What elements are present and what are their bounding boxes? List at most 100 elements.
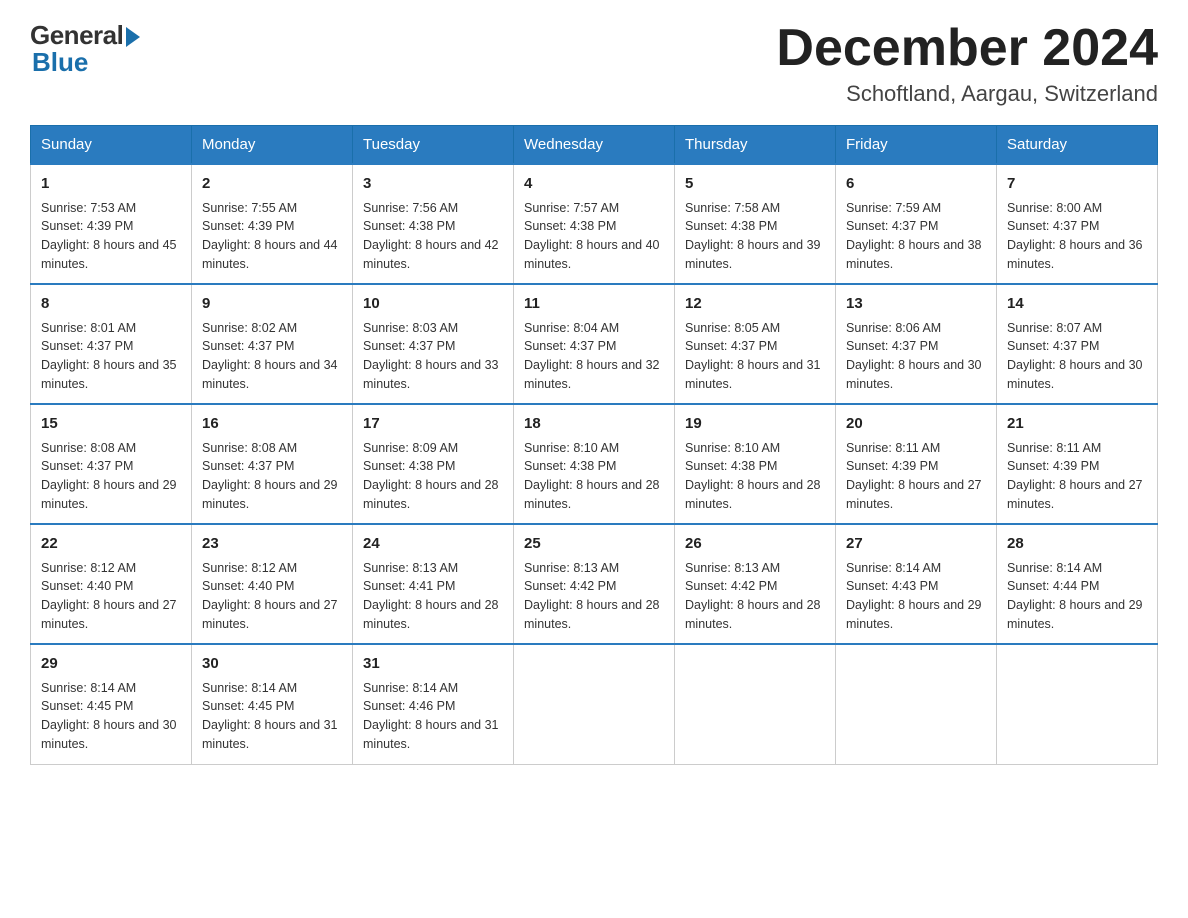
calendar-cell: 24 Sunrise: 8:13 AMSunset: 4:41 PMDayligh…: [353, 524, 514, 644]
calendar-cell: 1 Sunrise: 7:53 AMSunset: 4:39 PMDaylight…: [31, 164, 192, 284]
calendar-table: SundayMondayTuesdayWednesdayThursdayFrid…: [30, 125, 1158, 765]
calendar-cell: 30Sunrise: 8:14 AMSunset: 4:45 PMDayligh…: [192, 644, 353, 764]
calendar-cell: 2 Sunrise: 7:55 AMSunset: 4:39 PMDaylight…: [192, 164, 353, 284]
day-info: Sunrise: 7:59 AMSunset: 4:37 PMDaylight:…: [846, 199, 986, 274]
day-number: 4: [524, 173, 664, 196]
calendar-cell: 21Sunrise: 8:11 AMSunset: 4:39 PMDayligh…: [997, 404, 1158, 524]
day-number: 1: [41, 173, 181, 196]
day-info: Sunrise: 8:10 AMSunset: 4:38 PMDaylight:…: [524, 439, 664, 514]
day-info: Sunrise: 8:03 AMSunset: 4:37 PMDaylight:…: [363, 319, 503, 394]
calendar-week-row: 1 Sunrise: 7:53 AMSunset: 4:39 PMDaylight…: [31, 164, 1158, 284]
day-info: Sunrise: 8:00 AMSunset: 4:37 PMDaylight:…: [1007, 199, 1147, 274]
day-info: Sunrise: 8:08 AMSunset: 4:37 PMDaylight:…: [41, 439, 181, 514]
calendar-cell: 13Sunrise: 8:06 AMSunset: 4:37 PMDayligh…: [836, 284, 997, 404]
month-title: December 2024: [776, 20, 1158, 77]
day-info: Sunrise: 7:56 AMSunset: 4:38 PMDaylight:…: [363, 199, 503, 274]
col-header-sunday: Sunday: [31, 126, 192, 165]
day-info: Sunrise: 8:08 AMSunset: 4:37 PMDaylight:…: [202, 439, 342, 514]
day-number: 12: [685, 293, 825, 316]
day-info: Sunrise: 8:06 AMSunset: 4:37 PMDaylight:…: [846, 319, 986, 394]
col-header-saturday: Saturday: [997, 126, 1158, 165]
day-info: Sunrise: 8:04 AMSunset: 4:37 PMDaylight:…: [524, 319, 664, 394]
day-info: Sunrise: 7:55 AMSunset: 4:39 PMDaylight:…: [202, 199, 342, 274]
day-number: 17: [363, 413, 503, 436]
day-number: 23: [202, 533, 342, 556]
day-number: 30: [202, 653, 342, 676]
logo-blue-text: Blue: [32, 47, 88, 78]
calendar-cell: 4 Sunrise: 7:57 AMSunset: 4:38 PMDaylight…: [514, 164, 675, 284]
day-number: 11: [524, 293, 664, 316]
calendar-cell: 25Sunrise: 8:13 AMSunset: 4:42 PMDayligh…: [514, 524, 675, 644]
day-number: 5: [685, 173, 825, 196]
calendar-week-row: 22Sunrise: 8:12 AMSunset: 4:40 PMDayligh…: [31, 524, 1158, 644]
day-info: Sunrise: 8:14 AMSunset: 4:44 PMDaylight:…: [1007, 559, 1147, 634]
day-number: 24: [363, 533, 503, 556]
calendar-cell: 26Sunrise: 8:13 AMSunset: 4:42 PMDayligh…: [675, 524, 836, 644]
calendar-cell: 29Sunrise: 8:14 AMSunset: 4:45 PMDayligh…: [31, 644, 192, 764]
day-info: Sunrise: 8:05 AMSunset: 4:37 PMDaylight:…: [685, 319, 825, 394]
day-number: 16: [202, 413, 342, 436]
calendar-cell: 8Sunrise: 8:01 AMSunset: 4:37 PMDaylight…: [31, 284, 192, 404]
calendar-cell: [675, 644, 836, 764]
calendar-cell: 17 Sunrise: 8:09 AMSunset: 4:38 PMDayligh…: [353, 404, 514, 524]
day-info: Sunrise: 8:13 AMSunset: 4:42 PMDaylight:…: [524, 559, 664, 634]
day-info: Sunrise: 8:14 AMSunset: 4:45 PMDaylight:…: [41, 679, 181, 754]
day-info: Sunrise: 8:14 AMSunset: 4:43 PMDaylight:…: [846, 559, 986, 634]
day-info: Sunrise: 8:11 AMSunset: 4:39 PMDaylight:…: [846, 439, 986, 514]
day-number: 9: [202, 293, 342, 316]
calendar-week-row: 8Sunrise: 8:01 AMSunset: 4:37 PMDaylight…: [31, 284, 1158, 404]
calendar-cell: 23Sunrise: 8:12 AMSunset: 4:40 PMDayligh…: [192, 524, 353, 644]
calendar-cell: 9 Sunrise: 8:02 AMSunset: 4:37 PMDaylight…: [192, 284, 353, 404]
day-info: Sunrise: 8:11 AMSunset: 4:39 PMDaylight:…: [1007, 439, 1147, 514]
day-info: Sunrise: 8:14 AMSunset: 4:46 PMDaylight:…: [363, 679, 503, 754]
location-title: Schoftland, Aargau, Switzerland: [776, 81, 1158, 107]
day-number: 27: [846, 533, 986, 556]
calendar-cell: 20 Sunrise: 8:11 AMSunset: 4:39 PMDayligh…: [836, 404, 997, 524]
calendar-cell: 7Sunrise: 8:00 AMSunset: 4:37 PMDaylight…: [997, 164, 1158, 284]
calendar-cell: 22Sunrise: 8:12 AMSunset: 4:40 PMDayligh…: [31, 524, 192, 644]
day-number: 31: [363, 653, 503, 676]
day-number: 18: [524, 413, 664, 436]
day-number: 20: [846, 413, 986, 436]
calendar-cell: 27 Sunrise: 8:14 AMSunset: 4:43 PMDayligh…: [836, 524, 997, 644]
calendar-cell: [836, 644, 997, 764]
calendar-cell: 18 Sunrise: 8:10 AMSunset: 4:38 PMDayligh…: [514, 404, 675, 524]
calendar-cell: 19 Sunrise: 8:10 AMSunset: 4:38 PMDayligh…: [675, 404, 836, 524]
calendar-cell: 28 Sunrise: 8:14 AMSunset: 4:44 PMDayligh…: [997, 524, 1158, 644]
day-info: Sunrise: 7:53 AMSunset: 4:39 PMDaylight:…: [41, 199, 181, 274]
day-number: 10: [363, 293, 503, 316]
day-info: Sunrise: 8:13 AMSunset: 4:42 PMDaylight:…: [685, 559, 825, 634]
calendar-week-row: 15 Sunrise: 8:08 AMSunset: 4:37 PMDayligh…: [31, 404, 1158, 524]
calendar-cell: [514, 644, 675, 764]
day-number: 2: [202, 173, 342, 196]
day-number: 8: [41, 293, 181, 316]
day-info: Sunrise: 8:13 AMSunset: 4:41 PMDaylight:…: [363, 559, 503, 634]
day-info: Sunrise: 7:57 AMSunset: 4:38 PMDaylight:…: [524, 199, 664, 274]
day-info: Sunrise: 8:02 AMSunset: 4:37 PMDaylight:…: [202, 319, 342, 394]
calendar-header-row: SundayMondayTuesdayWednesdayThursdayFrid…: [31, 126, 1158, 165]
title-block: December 2024 Schoftland, Aargau, Switze…: [776, 20, 1158, 107]
day-number: 15: [41, 413, 181, 436]
day-info: Sunrise: 8:10 AMSunset: 4:38 PMDaylight:…: [685, 439, 825, 514]
calendar-cell: 6 Sunrise: 7:59 AMSunset: 4:37 PMDaylight…: [836, 164, 997, 284]
day-info: Sunrise: 8:09 AMSunset: 4:38 PMDaylight:…: [363, 439, 503, 514]
calendar-cell: 11 Sunrise: 8:04 AMSunset: 4:37 PMDayligh…: [514, 284, 675, 404]
day-number: 28: [1007, 533, 1147, 556]
day-number: 19: [685, 413, 825, 436]
calendar-cell: 5 Sunrise: 7:58 AMSunset: 4:38 PMDaylight…: [675, 164, 836, 284]
day-number: 6: [846, 173, 986, 196]
col-header-wednesday: Wednesday: [514, 126, 675, 165]
calendar-cell: 14Sunrise: 8:07 AMSunset: 4:37 PMDayligh…: [997, 284, 1158, 404]
col-header-tuesday: Tuesday: [353, 126, 514, 165]
day-info: Sunrise: 7:58 AMSunset: 4:38 PMDaylight:…: [685, 199, 825, 274]
col-header-thursday: Thursday: [675, 126, 836, 165]
calendar-cell: 10 Sunrise: 8:03 AMSunset: 4:37 PMDayligh…: [353, 284, 514, 404]
logo-triangle-icon: [126, 27, 140, 47]
calendar-cell: 16 Sunrise: 8:08 AMSunset: 4:37 PMDayligh…: [192, 404, 353, 524]
day-number: 14: [1007, 293, 1147, 316]
day-number: 3: [363, 173, 503, 196]
calendar-week-row: 29Sunrise: 8:14 AMSunset: 4:45 PMDayligh…: [31, 644, 1158, 764]
page-header: General Blue December 2024 Schoftland, A…: [30, 20, 1158, 107]
day-number: 22: [41, 533, 181, 556]
col-header-friday: Friday: [836, 126, 997, 165]
